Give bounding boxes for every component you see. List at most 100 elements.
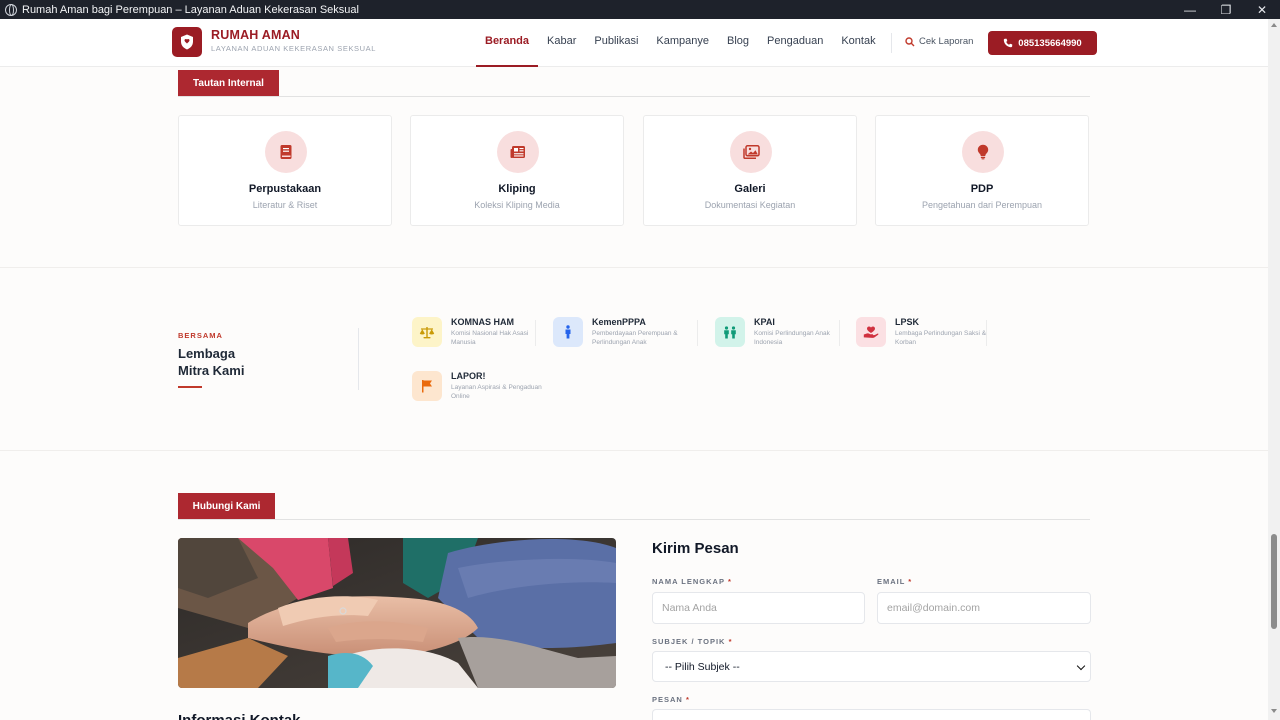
- nav-item-pengaduan[interactable]: Pengaduan: [758, 19, 832, 67]
- partner-name: KPAI: [754, 317, 775, 327]
- partner-desc: Lembaga Perlindungan Saksi & Korban: [895, 330, 987, 346]
- card-perpustakaan[interactable]: Perpustakaan Literatur & Riset: [178, 115, 392, 226]
- partners-divider: [358, 328, 359, 390]
- partner-desc: Komisi Perlindungan Anak Indonesia: [754, 330, 830, 346]
- subject-select-value: -- Pilih Subjek --: [665, 660, 740, 673]
- page-scrollbar[interactable]: [1268, 19, 1280, 720]
- partners-title-line1: Lembaga: [178, 346, 236, 361]
- section-divider: [178, 96, 1090, 97]
- partners-title: Lembaga Mitra Kami: [178, 345, 244, 379]
- partner-separator: [535, 320, 536, 346]
- brand-name[interactable]: RUMAH AMAN: [211, 28, 300, 42]
- nav-divider: [891, 33, 892, 53]
- window-titlebar: Rumah Aman bagi Perempuan – Layanan Adua…: [0, 0, 1280, 19]
- required-mark: *: [908, 577, 913, 586]
- card-kliping[interactable]: Kliping Koleksi Kliping Media: [410, 115, 624, 226]
- partner-name: LAPOR!: [451, 371, 486, 381]
- site-header: RUMAH AMAN LAYANAN ADUAN KEKERASAN SEKSU…: [0, 19, 1268, 67]
- flag-icon: [412, 371, 442, 401]
- form-title: Kirim Pesan: [652, 540, 739, 557]
- email-label: EMAIL *: [877, 577, 912, 586]
- partner-lapor[interactable]: LAPOR! Layanan Aspirasi & Pengaduan Onli…: [412, 369, 542, 409]
- partner-separator: [839, 320, 840, 346]
- search-icon: [905, 36, 915, 46]
- chevron-down-icon: [1076, 661, 1086, 671]
- partners-kicker: BERSAMA: [178, 331, 223, 340]
- partner-name: KOMNAS HAM: [451, 317, 514, 327]
- phone-icon: [1004, 38, 1013, 48]
- card-subtitle: Literatur & Riset: [252, 200, 318, 210]
- subject-label-text: SUBJEK / TOPIK: [652, 637, 726, 646]
- card-subtitle: Dokumentasi Kegiatan: [704, 200, 796, 210]
- partner-desc: Komisi Nasional Hak Asasi Manusia: [451, 330, 529, 346]
- partner-komnas-ham[interactable]: KOMNAS HAM Komisi Nasional Hak Asasi Man…: [412, 315, 542, 355]
- cek-laporan-link[interactable]: Cek Laporan: [905, 36, 973, 47]
- card-title: Galeri: [734, 183, 766, 195]
- card-galeri[interactable]: Galeri Dokumentasi Kegiatan: [643, 115, 857, 226]
- globe-icon: [5, 3, 17, 16]
- hand-heart-icon: [856, 317, 886, 347]
- subject-label: SUBJEK / TOPIK *: [652, 637, 732, 646]
- partner-separator: [986, 320, 987, 346]
- restore-button[interactable]: ❐: [1208, 0, 1244, 19]
- email-label-text: EMAIL: [877, 577, 906, 586]
- images-icon: [730, 131, 772, 173]
- tautan-internal-tab: Tautan Internal: [178, 70, 279, 96]
- subject-select[interactable]: -- Pilih Subjek --: [652, 651, 1091, 682]
- nav-item-beranda[interactable]: Beranda: [476, 19, 539, 67]
- card-title: Perpustakaan: [248, 183, 322, 195]
- main-nav: Beranda Kabar Publikasi Kampanye Blog Pe…: [476, 19, 885, 67]
- children-icon: [715, 317, 745, 347]
- newspaper-icon: [497, 131, 539, 173]
- phone-button[interactable]: 085135664990: [988, 31, 1097, 55]
- person-icon: [553, 317, 583, 347]
- brand-tagline: LAYANAN ADUAN KEKERASAN SEKSUAL: [211, 44, 377, 53]
- required-mark: *: [685, 695, 690, 704]
- nav-item-publikasi[interactable]: Publikasi: [585, 19, 647, 67]
- partner-name: KemenPPPA: [592, 317, 646, 327]
- minimize-button[interactable]: —: [1172, 0, 1208, 19]
- partner-desc: Pemberdayaan Perempuan & Perlindungan An…: [592, 330, 678, 346]
- scrollbar-thumb[interactable]: [1271, 534, 1277, 629]
- hands-together-photo: [178, 538, 616, 688]
- name-label: NAMA LENGKAP *: [652, 577, 732, 586]
- phone-number: 085135664990: [1018, 37, 1082, 49]
- title-underline: [178, 386, 202, 388]
- card-title: Kliping: [498, 183, 536, 195]
- partner-kpai[interactable]: KPAI Komisi Perlindungan Anak Indonesia: [715, 315, 845, 355]
- name-input[interactable]: [652, 592, 865, 624]
- card-subtitle: Koleksi Kliping Media: [474, 200, 560, 210]
- partner-separator: [697, 320, 698, 346]
- card-pdp[interactable]: PDP Pengetahuan dari Perempuan: [875, 115, 1089, 226]
- partners-title-line2: Mitra Kami: [178, 363, 245, 378]
- required-mark: *: [728, 637, 733, 646]
- message-label-text: PESAN: [652, 695, 683, 704]
- scale-icon: [412, 317, 442, 347]
- message-label: PESAN *: [652, 695, 690, 704]
- partner-desc: Layanan Aspirasi & Pengaduan Online: [451, 384, 542, 400]
- section-divider: [178, 519, 1090, 520]
- window-title: Rumah Aman bagi Perempuan – Layanan Adua…: [22, 3, 359, 16]
- cek-laporan-label: Cek Laporan: [919, 36, 974, 47]
- scroll-down-icon[interactable]: [1271, 709, 1277, 713]
- card-subtitle: Pengetahuan dari Perempuan: [921, 200, 1043, 210]
- section-divider: [0, 267, 1268, 268]
- hubungi-kami-tab: Hubungi Kami: [178, 493, 275, 519]
- nav-item-kampanye[interactable]: Kampanye: [647, 19, 718, 67]
- nav-item-blog[interactable]: Blog: [718, 19, 758, 67]
- nav-item-kabar[interactable]: Kabar: [538, 19, 585, 67]
- shield-logo-icon[interactable]: [172, 27, 202, 57]
- nav-item-kontak[interactable]: Kontak: [832, 19, 884, 67]
- email-input[interactable]: [877, 592, 1091, 624]
- lightbulb-icon: [962, 131, 1004, 173]
- name-label-text: NAMA LENGKAP: [652, 577, 725, 586]
- partner-name: LPSK: [895, 317, 920, 327]
- partner-kemenpppa[interactable]: KemenPPPA Pemberdayaan Perempuan & Perli…: [553, 315, 683, 355]
- scroll-up-icon[interactable]: [1271, 23, 1277, 27]
- partner-lpsk[interactable]: LPSK Lembaga Perlindungan Saksi & Korban: [856, 315, 986, 355]
- required-mark: *: [727, 577, 732, 586]
- book-icon: [265, 131, 307, 173]
- section-divider: [0, 450, 1268, 451]
- message-textarea[interactable]: [652, 709, 1091, 720]
- close-button[interactable]: ✕: [1244, 0, 1280, 19]
